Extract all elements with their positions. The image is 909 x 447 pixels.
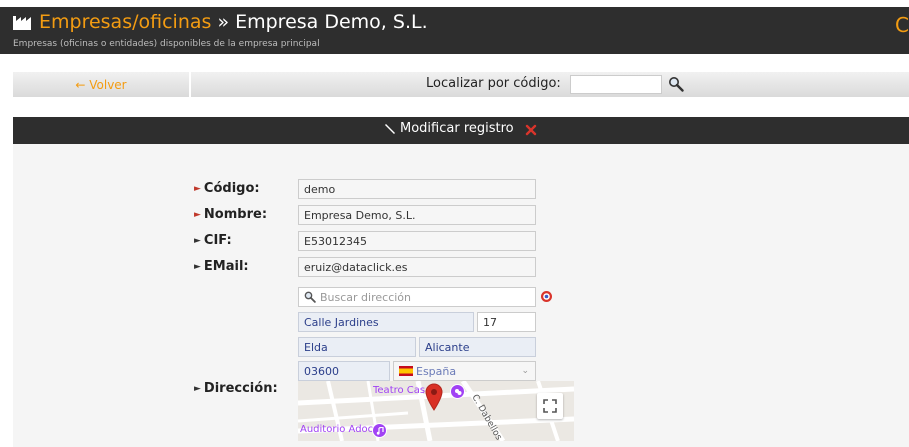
map-poi-auditorio[interactable]: Auditorio Adoc xyxy=(300,424,373,435)
codigo-field[interactable]: demo xyxy=(298,179,536,199)
factory-icon xyxy=(13,16,31,30)
field-marker-icon: ► xyxy=(194,236,201,246)
page-title-record: » Empresa Demo, S.L. xyxy=(211,11,428,33)
theater-icon[interactable] xyxy=(450,384,465,399)
country-select[interactable]: España ⌄ xyxy=(393,361,536,381)
chevron-down-icon: ⌄ xyxy=(521,366,529,376)
required-marker-icon: ► xyxy=(194,210,201,220)
address-search-input[interactable]: Buscar dirección xyxy=(298,287,536,307)
page-title-section: Empresas/oficinas xyxy=(39,11,212,33)
search-icon[interactable] xyxy=(668,76,684,92)
locate-target-icon[interactable] xyxy=(540,290,553,303)
nombre-label: ► Nombre: xyxy=(194,207,267,222)
field-marker-icon: ► xyxy=(194,384,201,394)
email-label: ► EMail: xyxy=(194,259,249,274)
locate-code-input[interactable] xyxy=(570,75,662,94)
field-marker-icon: ► xyxy=(194,262,201,272)
required-marker-icon: ► xyxy=(194,184,201,194)
spain-flag-icon xyxy=(399,366,413,376)
nombre-label-text: Nombre: xyxy=(203,207,268,222)
close-icon[interactable] xyxy=(524,123,538,137)
cif-field[interactable]: E53012345 xyxy=(298,231,536,251)
city-field[interactable]: Elda xyxy=(298,337,416,357)
province-field[interactable]: Alicante xyxy=(419,337,536,357)
locate-label: Localizar por código: xyxy=(426,76,561,91)
search-icon xyxy=(304,291,316,303)
fullscreen-icon xyxy=(543,399,557,413)
address-map[interactable]: Teatro Cas C. Dabellos Auditorio Adoc xyxy=(298,381,574,441)
postal-code-field[interactable]: 03600 xyxy=(298,361,390,381)
country-select-value: España xyxy=(416,364,457,378)
pencil-icon xyxy=(385,124,395,134)
street-number-field[interactable]: 17 xyxy=(477,312,536,332)
email-field[interactable]: eruiz@dataclick.es xyxy=(298,257,536,277)
cif-label: ► CIF: xyxy=(194,233,232,248)
map-poi-teatro[interactable]: Teatro Cas xyxy=(373,385,425,396)
edit-panel-title: Modificar registro xyxy=(400,121,514,136)
fullscreen-button[interactable] xyxy=(537,393,563,419)
cif-label-text: CIF: xyxy=(203,233,232,248)
page-subtitle: Empresas (oficinas o entidades) disponib… xyxy=(13,39,320,49)
codigo-label: ► Código: xyxy=(194,181,260,196)
email-label-text: EMail: xyxy=(203,259,249,274)
map-pin-icon[interactable] xyxy=(425,383,443,411)
music-icon[interactable] xyxy=(372,423,387,438)
nombre-field[interactable]: Empresa Demo, S.L. xyxy=(298,205,536,225)
page-title: Empresas/oficinas » Empresa Demo, S.L. xyxy=(39,10,428,34)
street-field[interactable]: Calle Jardines xyxy=(298,312,474,332)
direccion-label: ► Dirección: xyxy=(194,381,278,396)
address-search-placeholder: Buscar dirección xyxy=(320,290,411,304)
direccion-label-text: Dirección: xyxy=(203,381,278,396)
codigo-label-text: Código: xyxy=(203,181,260,196)
back-button[interactable]: ← Volver xyxy=(13,72,191,97)
header-right-glyph[interactable]: C xyxy=(895,13,909,37)
